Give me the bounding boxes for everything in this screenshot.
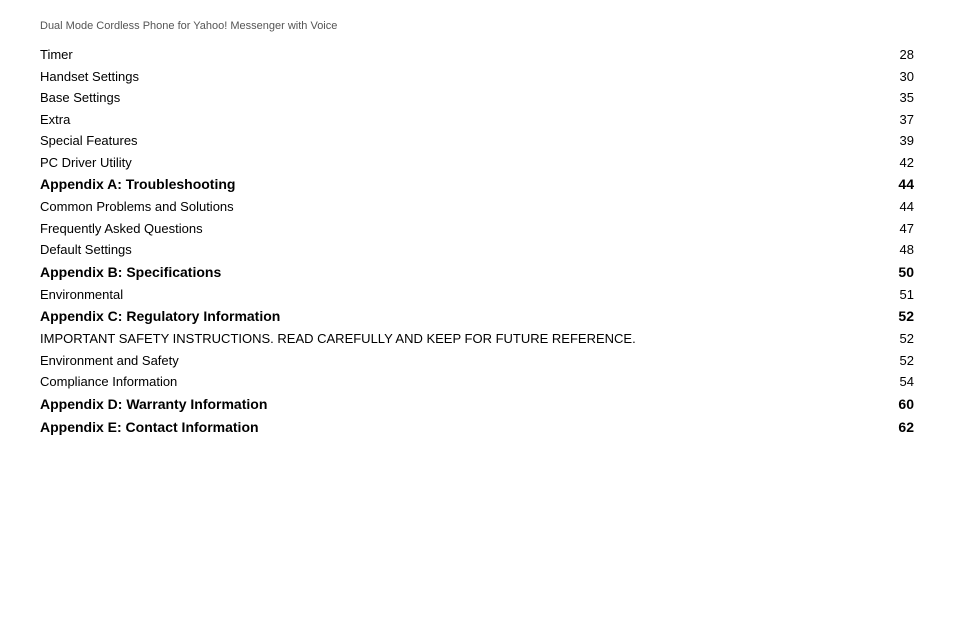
toc-label-appA: Appendix A: Troubleshooting: [40, 173, 874, 196]
toc-page-appC: 52: [874, 305, 914, 328]
toc-page-appD: 60: [874, 393, 914, 416]
toc-page-pcdriver: 42: [874, 152, 914, 174]
toc-page-compliance: 54: [874, 371, 914, 393]
toc-row-important: IMPORTANT SAFETY INSTRUCTIONS. READ CARE…: [40, 328, 914, 350]
toc-label-faq: Frequently Asked Questions: [40, 218, 874, 240]
toc-row-appE: Appendix E: Contact Information62: [40, 416, 914, 439]
toc-row-envsafety: Environment and Safety52: [40, 350, 914, 372]
toc-label-envsafety: Environment and Safety: [40, 350, 874, 372]
toc-row-timer: Timer28: [40, 44, 914, 66]
toc-row-appD: Appendix D: Warranty Information60: [40, 393, 914, 416]
toc-label-compliance: Compliance Information: [40, 371, 874, 393]
toc-row-compliance: Compliance Information54: [40, 371, 914, 393]
toc-row-pcdriver: PC Driver Utility42: [40, 152, 914, 174]
doc-title: Dual Mode Cordless Phone for Yahoo! Mess…: [40, 20, 914, 32]
toc-row-special: Special Features39: [40, 130, 914, 152]
toc-label-appD: Appendix D: Warranty Information: [40, 393, 874, 416]
toc-page-timer: 28: [874, 44, 914, 66]
toc-label-appC: Appendix C: Regulatory Information: [40, 305, 874, 328]
toc-row-appB: Appendix B: Specifications50: [40, 261, 914, 284]
toc-row-handset: Handset Settings30: [40, 66, 914, 88]
toc-page-default: 48: [874, 239, 914, 261]
toc-page-envsafety: 52: [874, 350, 914, 372]
toc-page-common: 44: [874, 196, 914, 218]
toc-page-special: 39: [874, 130, 914, 152]
toc-label-default: Default Settings: [40, 239, 874, 261]
toc-row-extra: Extra37: [40, 109, 914, 131]
toc-row-faq: Frequently Asked Questions47: [40, 218, 914, 240]
toc-label-common: Common Problems and Solutions: [40, 196, 874, 218]
toc-row-common: Common Problems and Solutions44: [40, 196, 914, 218]
toc-page-extra: 37: [874, 109, 914, 131]
toc-table: Timer28Handset Settings30Base Settings35…: [40, 44, 914, 439]
toc-page-important: 52: [874, 328, 914, 350]
toc-row-appC: Appendix C: Regulatory Information52: [40, 305, 914, 328]
toc-label-appE: Appendix E: Contact Information: [40, 416, 874, 439]
toc-label-handset: Handset Settings: [40, 66, 874, 88]
toc-row-default: Default Settings48: [40, 239, 914, 261]
toc-page-faq: 47: [874, 218, 914, 240]
toc-page-appE: 62: [874, 416, 914, 439]
toc-page-appB: 50: [874, 261, 914, 284]
toc-label-special: Special Features: [40, 130, 874, 152]
toc-page-appA: 44: [874, 173, 914, 196]
toc-row-environmental: Environmental51: [40, 284, 914, 306]
toc-page-environmental: 51: [874, 284, 914, 306]
toc-page-handset: 30: [874, 66, 914, 88]
toc-label-pcdriver: PC Driver Utility: [40, 152, 874, 174]
toc-row-base: Base Settings35: [40, 87, 914, 109]
toc-label-environmental: Environmental: [40, 284, 874, 306]
toc-label-base: Base Settings: [40, 87, 874, 109]
toc-label-important: IMPORTANT SAFETY INSTRUCTIONS. READ CARE…: [40, 328, 874, 350]
toc-label-appB: Appendix B: Specifications: [40, 261, 874, 284]
toc-row-appA: Appendix A: Troubleshooting44: [40, 173, 914, 196]
toc-label-timer: Timer: [40, 44, 874, 66]
toc-label-extra: Extra: [40, 109, 874, 131]
toc-page-base: 35: [874, 87, 914, 109]
